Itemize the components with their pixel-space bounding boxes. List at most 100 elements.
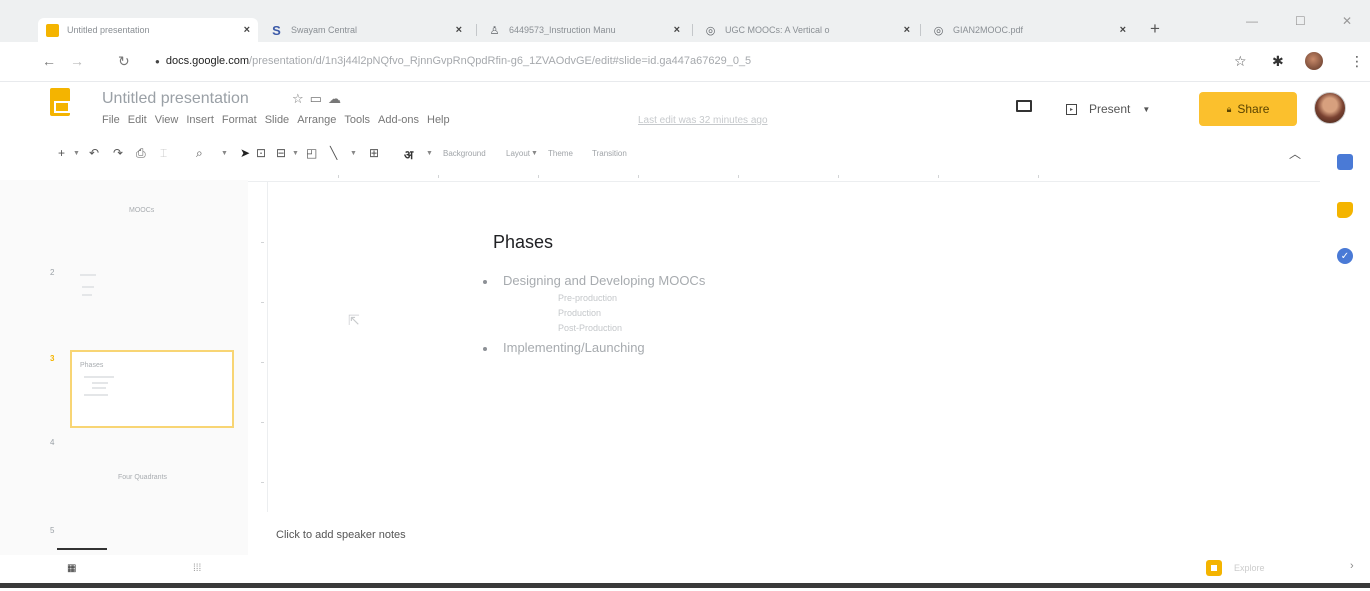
keep-icon[interactable] — [1337, 202, 1353, 218]
close-icon[interactable]: × — [1120, 24, 1126, 36]
comment-icon[interactable] — [1016, 100, 1032, 112]
url-field[interactable]: ● docs.google.com/presentation/d/1n3j44l2… — [155, 55, 751, 67]
star-icon[interactable]: ☆ — [1234, 53, 1247, 70]
zoom-icon[interactable]: ⌕ — [196, 146, 203, 161]
slide-4-label[interactable]: Four Quadrants — [118, 474, 167, 481]
close-icon[interactable]: × — [456, 24, 462, 36]
star-icon[interactable]: ☆ — [292, 91, 310, 106]
chevron-down-icon[interactable]: ▼ — [1142, 105, 1150, 114]
menu-help[interactable]: Help — [427, 114, 450, 126]
tab-gian2mooc-pdf[interactable]: ◎ GIAN2MOOC.pdf × — [924, 18, 1134, 42]
back-arrow-icon[interactable]: ← — [42, 53, 56, 69]
mouse-cursor-icon: ⇱ — [348, 312, 360, 328]
tab-title: 6449573_Instruction Manu — [509, 25, 616, 35]
speaker-notes[interactable]: Click to add speaker notes — [276, 529, 406, 541]
close-icon[interactable]: × — [244, 24, 250, 36]
grid-view-icon[interactable]: ⁞⁞⁞ — [193, 563, 201, 574]
forward-arrow-icon[interactable]: → — [70, 53, 84, 69]
slides-logo-icon[interactable] — [50, 88, 70, 116]
comment-add-icon[interactable]: ⊞ — [369, 146, 379, 160]
extensions-icon[interactable]: ✱ — [1272, 53, 1284, 70]
menu-edit[interactable]: Edit — [128, 114, 147, 126]
theme-button[interactable]: Theme — [548, 149, 573, 158]
maximize-icon[interactable]: ☐ — [1295, 14, 1306, 28]
tab-ugc-moocs[interactable]: ◎ UGC MOOCs: A Vertical o × — [696, 18, 918, 42]
image-icon[interactable]: ⊟ — [276, 146, 286, 160]
menu-format[interactable]: Format — [222, 114, 257, 126]
ruler-tick — [638, 175, 639, 178]
folder-icon[interactable]: ▭ — [310, 91, 328, 106]
print-icon[interactable]: ⎙ — [136, 146, 146, 161]
share-button[interactable]: 🔒︎ Share — [1199, 92, 1297, 126]
bullet-text: Implementing/Launching — [503, 340, 645, 355]
editing-toolbar: + ▼ ↶ ↷ ⎙ ⌶ ⌕ ▼ ➤ ⊡ ⊟ ▼ ◰ ╲ ▼ ⊞ अ ▼ Back… — [0, 140, 1320, 170]
new-tab-button[interactable]: + — [1150, 19, 1160, 39]
chevron-up-icon[interactable]: ︿ — [1289, 145, 1301, 162]
sub-bullet-item[interactable]: Production — [558, 308, 601, 318]
explore-button[interactable]: Explore — [1206, 560, 1265, 576]
chevron-down-icon[interactable]: ▼ — [426, 150, 433, 157]
thumbnail-text — [80, 274, 96, 276]
new-slide-icon[interactable]: + — [58, 146, 65, 160]
reload-icon[interactable]: ↻ — [118, 53, 130, 70]
bullet-item[interactable]: Implementing/Launching — [483, 340, 645, 355]
paint-format-icon[interactable]: ⌶ — [160, 146, 167, 161]
menu-insert[interactable]: Insert — [186, 114, 214, 126]
account-avatar[interactable] — [1314, 92, 1346, 124]
view-tab-underline — [57, 548, 107, 550]
chevron-down-icon[interactable]: ▼ — [221, 150, 228, 157]
tab-instruction-manual[interactable]: ♙ 6449573_Instruction Manu × — [480, 18, 688, 42]
tab-untitled-presentation[interactable]: Untitled presentation × — [38, 18, 258, 42]
menu-file[interactable]: File — [102, 114, 120, 126]
menu-arrange[interactable]: Arrange — [297, 114, 336, 126]
select-arrow-icon[interactable]: ➤ — [240, 146, 250, 160]
menu-view[interactable]: View — [155, 114, 179, 126]
layout-button[interactable]: Layout — [506, 149, 530, 158]
line-icon[interactable]: ╲ — [330, 146, 337, 160]
tasks-icon[interactable]: ✓ — [1337, 248, 1353, 264]
sub-bullet-item[interactable]: Post-Production — [558, 323, 622, 333]
close-icon[interactable]: × — [904, 24, 910, 36]
present-button[interactable]: ▸ Present ▼ — [1066, 92, 1150, 126]
tab-title: Untitled presentation — [67, 25, 150, 35]
input-tools-icon[interactable]: अ — [404, 146, 413, 163]
transition-button[interactable]: Transition — [592, 149, 627, 158]
ruler-tick — [261, 362, 264, 363]
browser-menu-icon[interactable]: ⋮ — [1350, 53, 1364, 70]
filmstrip-view-icon[interactable]: ▦ — [67, 563, 76, 574]
last-edit-link[interactable]: Last edit was 32 minutes ago — [638, 115, 768, 126]
title-actions: ☆▭☁ — [292, 91, 347, 107]
cloud-icon[interactable]: ☁ — [328, 91, 347, 106]
document-title[interactable]: Untitled presentation — [102, 90, 249, 108]
slide-thumbnail-3-selected[interactable]: Phases — [70, 350, 234, 428]
bullet-text: Designing and Developing MOOCs — [503, 273, 706, 288]
chevron-down-icon[interactable]: ▼ — [350, 150, 357, 157]
slide-1-label[interactable]: MOOCs — [129, 207, 154, 214]
slide-title[interactable]: Phases — [493, 232, 553, 253]
profile-avatar[interactable] — [1305, 52, 1323, 70]
chevron-down-icon[interactable]: ▼ — [292, 150, 299, 157]
sub-bullet-item[interactable]: Pre-production — [558, 293, 617, 303]
tab-swayam-central[interactable]: S Swayam Central × — [262, 18, 470, 42]
minimize-icon[interactable]: — — [1246, 14, 1258, 28]
background-button[interactable]: Background — [443, 149, 486, 158]
shape-icon[interactable]: ◰ — [306, 146, 317, 160]
slide-thumbnail-2[interactable] — [70, 258, 234, 336]
menu-addons[interactable]: Add-ons — [378, 114, 419, 126]
menu-slide[interactable]: Slide — [265, 114, 289, 126]
redo-icon[interactable]: ↷ — [113, 146, 123, 160]
chevron-right-icon[interactable]: › — [1350, 560, 1354, 572]
close-icon[interactable]: × — [674, 24, 680, 36]
bullet-item[interactable]: Designing and Developing MOOCs — [483, 273, 705, 288]
chevron-down-icon[interactable]: ▼ — [73, 150, 80, 157]
undo-icon[interactable]: ↶ — [89, 146, 99, 160]
browser-tab-strip: Untitled presentation × S Swayam Central… — [0, 0, 1370, 42]
chevron-down-icon[interactable]: ▼ — [531, 150, 538, 157]
ruler-tick — [438, 175, 439, 178]
thumbnail-text — [92, 382, 108, 384]
slide-canvas[interactable]: Phases Designing and Developing MOOCs Pr… — [270, 184, 1320, 510]
text-box-icon[interactable]: ⊡ — [256, 146, 266, 160]
menu-tools[interactable]: Tools — [344, 114, 370, 126]
calendar-icon[interactable] — [1337, 154, 1353, 170]
close-window-icon[interactable]: ✕ — [1342, 14, 1352, 28]
